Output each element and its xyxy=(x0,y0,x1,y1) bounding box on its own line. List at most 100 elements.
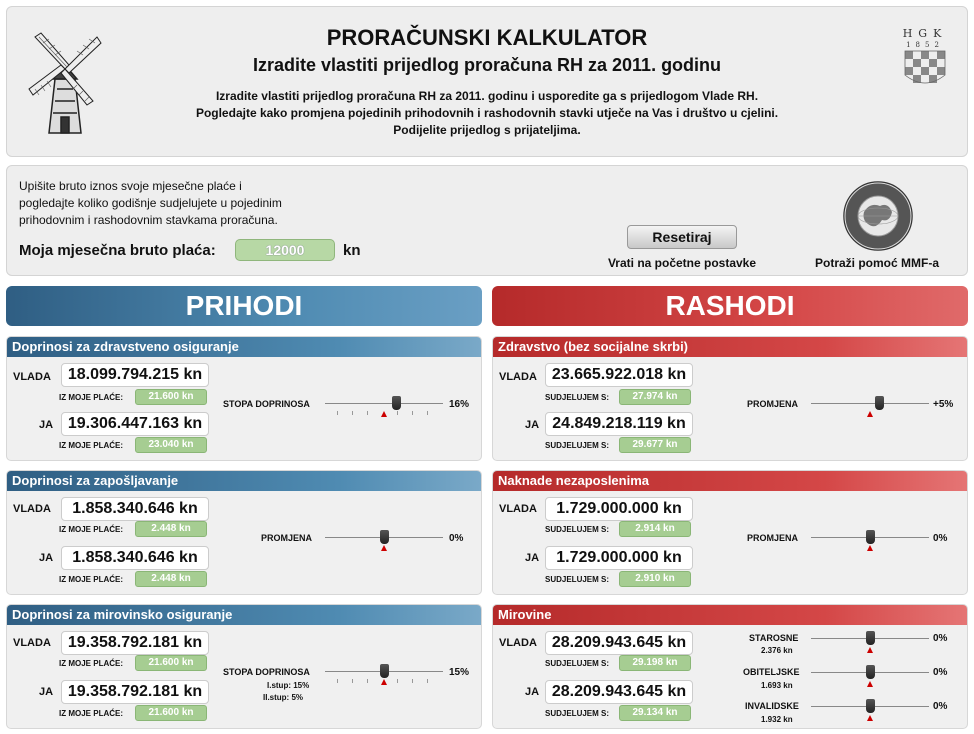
slider-tick xyxy=(427,679,428,683)
vlada-sub-value: 21.600 kn xyxy=(135,389,207,405)
starosne-slider-knob[interactable] xyxy=(866,631,875,645)
page-subtitle: Izradite vlastiti prijedlog proračuna RH… xyxy=(252,55,722,75)
ja-sub-value: 2.910 kn xyxy=(619,571,691,587)
obiteljske-default-marker xyxy=(867,681,873,687)
slider-knob[interactable] xyxy=(875,396,884,410)
page-title: PRORAČUNSKI KALKULATOR xyxy=(326,25,648,50)
ja-label: JA xyxy=(525,552,540,564)
vlada-label: VLADA xyxy=(13,637,51,649)
prihodi-panel-zaposljavanje: Doprinosi za zapošljavanje VLADA 1.858.3… xyxy=(6,470,482,595)
slider-tick xyxy=(412,411,413,415)
rashodi-panel-naknade: Naknade nezaposlenima VLADA 1.729.000.00… xyxy=(492,470,968,595)
ja-value: 19.306.447.163 kn xyxy=(61,412,209,436)
vlada-sub-value: 2.914 kn xyxy=(619,521,691,537)
slider-knob[interactable] xyxy=(392,396,401,410)
ja-label: JA xyxy=(39,552,54,564)
invalidske-slider-knob[interactable] xyxy=(866,699,875,713)
slider-tick xyxy=(412,679,413,683)
ja-label: JA xyxy=(39,686,54,698)
slider-label: PROMJENA xyxy=(261,533,313,543)
slider-value: 0% xyxy=(933,533,948,544)
vlada-sub-label: SUDJELUJEM S: xyxy=(545,659,610,668)
slider-default-marker xyxy=(867,411,873,417)
salary-unit: kn xyxy=(343,242,361,259)
intro-line-1: Izradite vlastiti prijedlog proračuna RH… xyxy=(215,89,759,103)
instruction-line-3: prihodovnim i rashodovnim stavkama prora… xyxy=(19,213,278,227)
stup2-label: II.stup: 5% xyxy=(263,693,304,702)
instruction-line-2: pogledajte koliko godišnje sudjelujete u… xyxy=(19,196,282,210)
slider-tick xyxy=(337,679,338,683)
invalidske-default-marker xyxy=(867,715,873,721)
slider-default-marker xyxy=(381,411,387,417)
instructions: Upišite bruto iznos svoje mjesečne plaće… xyxy=(19,178,379,229)
slider-track[interactable] xyxy=(325,403,443,404)
ja-sub-label: IZ MOJE PLAĆE: xyxy=(59,441,124,450)
vlada-sub-value: 29.198 kn xyxy=(619,655,691,671)
vlada-sub-value: 27.974 kn xyxy=(619,389,691,405)
obiteljske-label: OBITELJSKE xyxy=(743,667,800,677)
salary-input[interactable]: 12000 xyxy=(235,239,335,261)
vlada-label: VLADA xyxy=(499,637,537,649)
panel-title: Doprinosi za zdravstveno osiguranje xyxy=(7,337,481,357)
invalidske-amount: 1.932 kn xyxy=(761,715,793,724)
vlada-value: 28.209.943.645 kn xyxy=(545,631,693,655)
slider-default-marker xyxy=(867,545,873,551)
slider-track[interactable] xyxy=(811,403,929,404)
slider-knob[interactable] xyxy=(866,530,875,544)
reset-caption: Vrati na početne postavke xyxy=(607,256,757,270)
ja-value: 1.729.000.000 kn xyxy=(545,546,693,570)
ja-value: 24.849.218.119 kn xyxy=(545,412,693,436)
ja-value: 1.858.340.646 kn xyxy=(61,546,209,570)
slider-tick xyxy=(367,679,368,683)
slider-label: PROMJENA xyxy=(747,533,799,543)
vlada-sub-label: SUDJELUJEM S: xyxy=(545,525,610,534)
slider-tick xyxy=(397,679,398,683)
slider-knob[interactable] xyxy=(380,530,389,544)
panel-title: Mirovine xyxy=(493,605,967,625)
ja-sub-value: 2.448 kn xyxy=(135,571,207,587)
rashodi-panel-zdravstvo: Zdravstvo (bez socijalne skrbi) VLADA 23… xyxy=(492,336,968,461)
slider-value: 15% xyxy=(449,667,470,678)
vlada-value: 23.665.922.018 kn xyxy=(545,363,693,387)
slider-tick xyxy=(397,411,398,415)
invalidske-label: INVALIDSKE xyxy=(745,701,799,711)
reset-button[interactable]: Resetiraj xyxy=(627,225,737,249)
imf-seal-icon[interactable] xyxy=(842,180,914,252)
vlada-sub-value: 21.600 kn xyxy=(135,655,207,671)
ja-value: 19.358.792.181 kn xyxy=(61,680,209,704)
ja-label: JA xyxy=(525,419,540,431)
ja-label: JA xyxy=(39,419,54,431)
vlada-value: 1.729.000.000 kn xyxy=(545,497,693,521)
slider-value: 0% xyxy=(449,533,464,544)
slider-default-marker xyxy=(381,545,387,551)
prihodi-panel-mirovinsko: Doprinosi za mirovinsko osiguranje VLADA… xyxy=(6,604,482,729)
invalidske-value: 0% xyxy=(933,701,948,712)
vlada-sub-label: IZ MOJE PLAĆE: xyxy=(59,393,124,402)
vlada-sub-label: IZ MOJE PLAĆE: xyxy=(59,525,124,534)
vlada-label: VLADA xyxy=(499,503,537,515)
starosne-label: STAROSNE xyxy=(749,633,799,643)
slider-knob[interactable] xyxy=(380,664,389,678)
ja-sub-value: 23.040 kn xyxy=(135,437,207,453)
ja-sub-label: IZ MOJE PLAĆE: xyxy=(59,575,124,584)
vlada-sub-label: SUDJELUJEM S: xyxy=(545,393,610,402)
header-box: PRORAČUNSKI KALKULATOR Izradite vlastiti… xyxy=(6,6,968,157)
slider-default-marker xyxy=(381,679,387,685)
prihodi-panel-zdravstveno: Doprinosi za zdravstveno osiguranje VLAD… xyxy=(6,336,482,461)
starosne-default-marker xyxy=(867,647,873,653)
imf-caption: Potraži pomoć MMF-a xyxy=(814,256,939,270)
panel-title: Doprinosi za mirovinsko osiguranje xyxy=(7,605,481,625)
slider-label: STOPA DOPRINOSA xyxy=(223,667,310,677)
obiteljske-amount: 1.693 kn xyxy=(761,681,793,690)
panel-title: Zdravstvo (bez socijalne skrbi) xyxy=(493,337,967,357)
stup1-label: I.stup: 15% xyxy=(267,681,310,690)
obiteljske-slider-knob[interactable] xyxy=(866,665,875,679)
ja-sub-value: 29.677 kn xyxy=(619,437,691,453)
intro-line-3: Podijelite prijedlog s prijateljima. xyxy=(393,123,581,137)
vlada-value: 19.358.792.181 kn xyxy=(61,631,209,655)
rashodi-header: RASHODI xyxy=(492,286,968,326)
panel-title: Naknade nezaposlenima xyxy=(493,471,967,491)
vlada-value: 18.099.794.215 kn xyxy=(61,363,209,387)
ja-sub-label: SUDJELUJEM S: xyxy=(545,441,610,450)
salary-label: Moja mjesečna bruto plaća: xyxy=(19,242,216,259)
